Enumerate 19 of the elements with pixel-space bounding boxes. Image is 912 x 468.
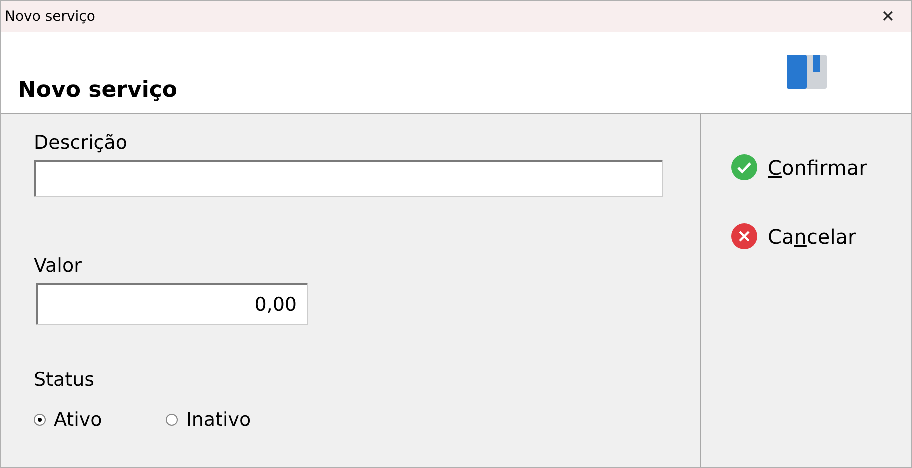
radio-label: Inativo [186,409,252,431]
description-label: Descrição [34,132,128,154]
status-radio[interactable]: Inativo [166,409,252,431]
radio-label: Ativo [54,409,102,431]
window-title: Novo serviço [5,8,96,24]
value-label: Valor [34,255,83,277]
status-radio[interactable]: Ativo [34,409,102,431]
status-label: Status [34,369,96,391]
description-field[interactable] [34,160,663,197]
value-field[interactable]: 0,00 [36,283,308,325]
radio-indicator[interactable] [34,414,46,426]
close-button[interactable]: ✕ [865,1,911,32]
close-icon [731,223,758,250]
confirm-button[interactable]: Confirmar [731,154,911,181]
radio-indicator[interactable] [166,414,178,426]
check-icon [731,154,758,181]
dialog-title: Novo serviço [18,78,178,105]
panel-icon [787,55,827,89]
cancel-button[interactable]: Cancelar [731,223,911,250]
